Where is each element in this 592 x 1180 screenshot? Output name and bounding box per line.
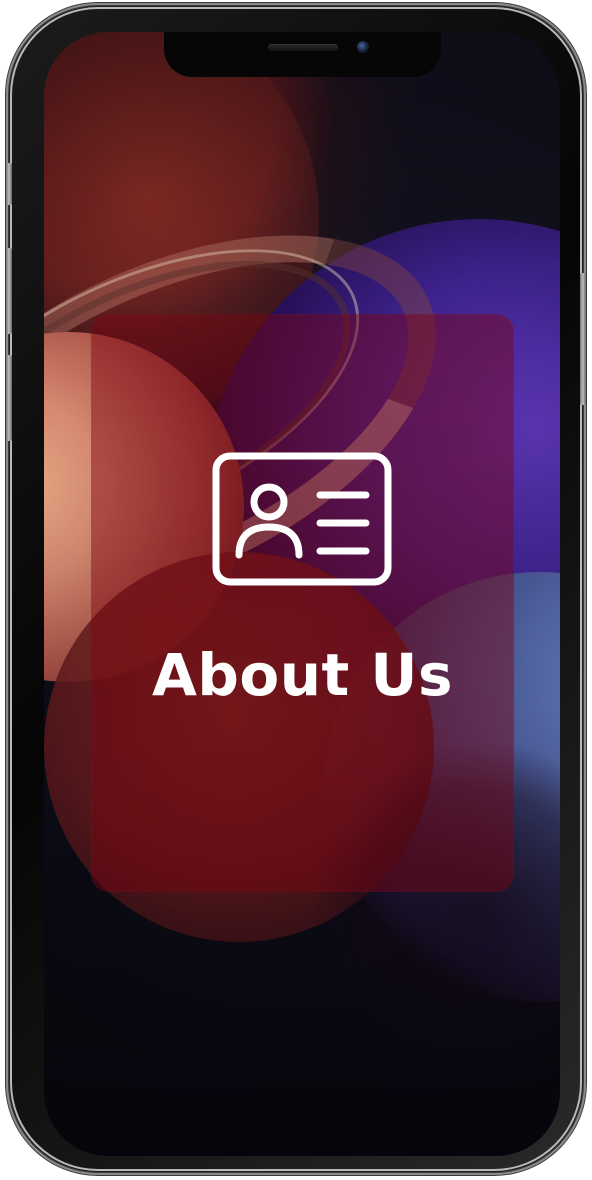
phone-screen: About Us xyxy=(44,32,560,1156)
screen-stage: About Us xyxy=(0,0,592,1180)
power-button xyxy=(580,273,586,405)
speaker-grille xyxy=(268,44,338,51)
silent-switch xyxy=(6,163,12,205)
volume-down-button xyxy=(6,355,12,441)
camera-icon xyxy=(357,41,369,53)
phone-frame: About Us xyxy=(6,3,586,1175)
volume-up-button xyxy=(6,248,12,334)
card-title: About Us xyxy=(151,641,454,709)
phone-notch xyxy=(164,32,441,77)
about-us-card[interactable]: About Us xyxy=(91,314,514,892)
id-card-icon xyxy=(212,452,392,586)
